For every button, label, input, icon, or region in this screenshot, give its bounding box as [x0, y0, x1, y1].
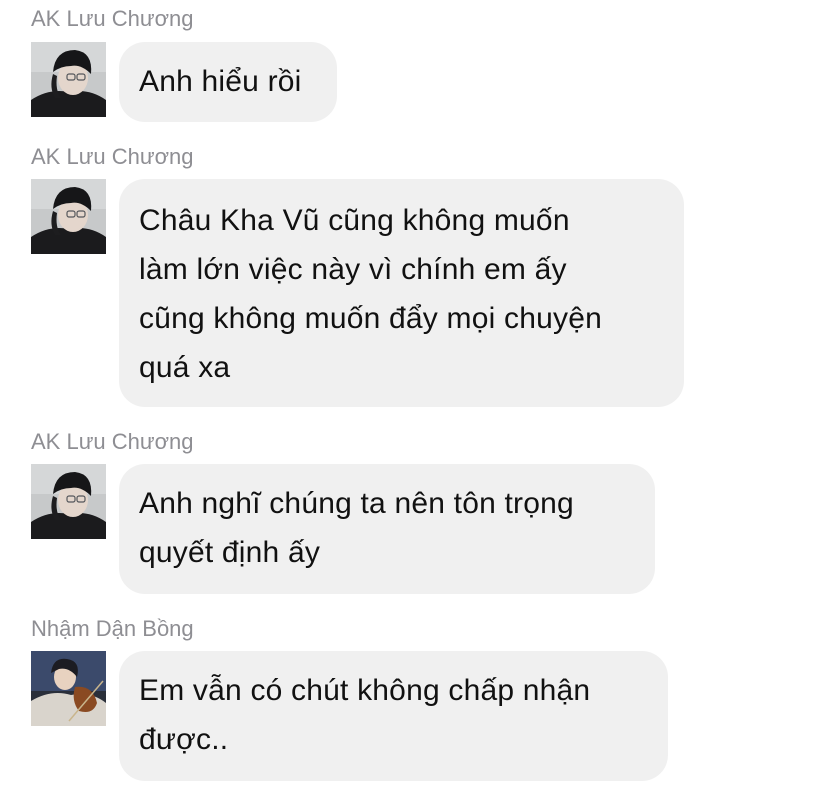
message-line: cũng không muốn đẩy mọi chuyện: [139, 302, 602, 335]
user-avatar-black-beanie-icon[interactable]: [31, 464, 106, 539]
message-bubble[interactable]: Anh hiểu rồi: [119, 42, 337, 122]
user-avatar-black-beanie-icon[interactable]: [31, 179, 106, 254]
sender-name: AK Lưu Chương: [31, 429, 194, 454]
message-line: Anh hiểu rồi: [139, 65, 302, 98]
message-line: Châu Kha Vũ cũng không muốn: [139, 204, 570, 237]
message-line: Em vẫn có chút không chấp nhận: [139, 674, 591, 707]
message-line: được..: [139, 723, 229, 756]
message-bubble[interactable]: Em vẫn có chút không chấp nhận được..: [119, 651, 668, 781]
user-avatar-black-beanie-icon[interactable]: [31, 42, 106, 117]
user-avatar-violin-icon[interactable]: [31, 651, 106, 726]
sender-name: AK Lưu Chương: [31, 144, 194, 169]
message-line: quá xa: [139, 351, 231, 384]
sender-name: AK Lưu Chương: [31, 6, 194, 31]
message-bubble[interactable]: Anh nghĩ chúng ta nên tôn trọng quyết đị…: [119, 464, 655, 594]
message-line: quyết định ấy: [139, 536, 321, 569]
message-bubble[interactable]: Châu Kha Vũ cũng không muốn làm lớn việc…: [119, 179, 684, 407]
message-line: làm lớn việc này vì chính em ấy: [139, 253, 567, 286]
message-line: Anh nghĩ chúng ta nên tôn trọng: [139, 487, 574, 520]
sender-name: Nhậm Dận Bồng: [31, 616, 194, 641]
